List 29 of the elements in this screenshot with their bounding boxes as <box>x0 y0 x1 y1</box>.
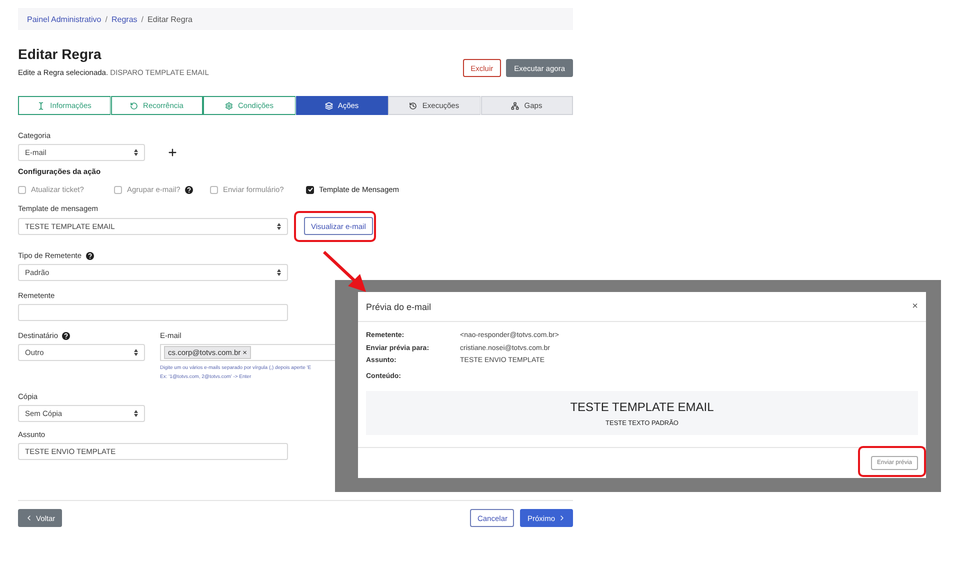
checkbox[interactable] <box>18 186 26 194</box>
add-icon[interactable] <box>167 147 178 158</box>
breadcrumb-link[interactable]: Painel Administrativo <box>27 14 102 24</box>
select-caret-icon <box>134 349 138 356</box>
close-button[interactable]: × <box>912 301 918 312</box>
sender-input[interactable] <box>18 304 288 321</box>
select-caret-icon <box>277 269 281 276</box>
checkbox[interactable] <box>306 186 314 194</box>
select-caret-icon <box>277 222 281 230</box>
breadcrumb-separator: / <box>105 14 108 24</box>
select-caret-icon <box>134 410 138 417</box>
step-icon <box>130 102 138 110</box>
chevron-left-icon <box>25 514 33 522</box>
dialog-title: Prévia do e-mail <box>366 302 432 312</box>
select-caret-icon <box>134 149 138 156</box>
breadcrumb-separator: / <box>141 14 144 24</box>
page-title: Editar Regra <box>18 46 102 62</box>
chevron-right-icon <box>558 514 566 522</box>
step-icon <box>225 102 234 110</box>
step-icon <box>324 102 333 110</box>
checkbox[interactable] <box>114 186 122 194</box>
step-icon <box>409 102 418 110</box>
step-icon <box>511 102 520 110</box>
checkbox[interactable] <box>210 186 218 194</box>
breadcrumb-current: Editar Regra <box>148 14 192 24</box>
breadcrumb-link[interactable]: Regras <box>112 14 138 24</box>
email-heading: TESTE TEMPLATE EMAIL <box>570 400 714 414</box>
step-icon <box>37 102 46 110</box>
highlight-frame <box>858 446 926 477</box>
